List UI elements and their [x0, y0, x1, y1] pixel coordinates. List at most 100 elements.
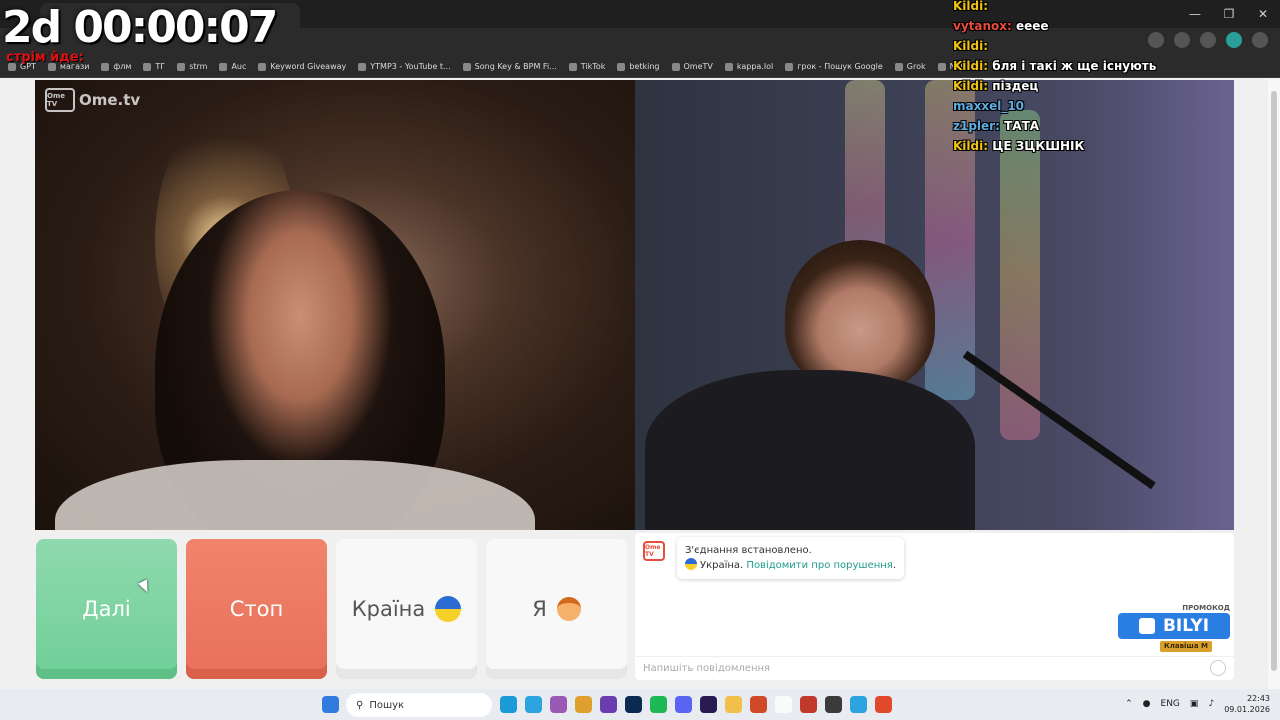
report-link[interactable]: Повідомити про порушення	[746, 560, 892, 571]
mic-icon[interactable]: ●	[1143, 699, 1151, 709]
connected-text: З'єднання встановлено.	[685, 545, 812, 556]
bookmark-label: OmeTV	[683, 62, 713, 71]
app-icon[interactable]	[800, 696, 817, 713]
explorer-icon[interactable]	[725, 696, 742, 713]
next-label: Далі	[82, 597, 131, 621]
bookmark-item[interactable]: OmeTV	[671, 62, 713, 71]
bookmark-item[interactable]: YTMP3 - YouTube t...	[358, 62, 451, 71]
taskbar-apps	[500, 696, 892, 713]
scrollbar-thumb[interactable]	[1271, 91, 1277, 671]
promo-logo-icon	[1138, 618, 1155, 634]
chrome-icon[interactable]	[875, 696, 892, 713]
spotify-icon[interactable]	[650, 696, 667, 713]
close-icon[interactable]: ✕	[1246, 0, 1280, 28]
bookmark-label: YTMP3 - YouTube t...	[370, 62, 451, 71]
file-icon[interactable]	[775, 696, 792, 713]
profile-avatar[interactable]	[1226, 32, 1242, 48]
menu-icon[interactable]	[1252, 32, 1268, 48]
edge-icon[interactable]	[500, 696, 517, 713]
bookmark-label: Grok	[906, 62, 926, 71]
start-icon[interactable]	[322, 696, 339, 713]
chrome-icon[interactable]	[575, 696, 592, 713]
taskbar-search-label: Пошук	[369, 699, 405, 711]
bookmark-icon	[462, 62, 471, 71]
chat-username: z1pler:	[953, 119, 1000, 133]
bookmark-label: Song Key & BPM Fi...	[474, 62, 557, 71]
bookmark-item[interactable]: Grok	[894, 62, 926, 71]
bookmark-item[interactable]: Song Key & BPM Fi...	[462, 62, 557, 71]
page-scrollbar[interactable]	[1268, 79, 1280, 689]
obs-icon[interactable]	[825, 696, 842, 713]
twitch-icon[interactable]	[600, 696, 617, 713]
premiere-icon[interactable]	[700, 696, 717, 713]
next-button[interactable]: Далі	[36, 539, 177, 679]
bookmark-item[interactable]: strm	[177, 62, 207, 71]
report-period: .	[892, 560, 896, 571]
windows-taskbar: ⚲ Пошук ⌃ ● ENG ▣ ♪ 22:43 09.01.2026	[0, 689, 1280, 720]
bookmark-item[interactable]: флм	[101, 62, 131, 71]
bookmark-icon	[101, 62, 110, 71]
bookmark-item[interactable]: Keyword Giveaway	[258, 62, 346, 71]
bookmark-label: Auc	[231, 62, 247, 71]
chat-text: піздец	[992, 79, 1039, 93]
promo-label: ПРОМОКОД	[1182, 604, 1230, 612]
chat-username: Kildi:	[953, 0, 989, 13]
promo-key-label: Клавіша	[1164, 642, 1199, 650]
restore-icon[interactable]: ❐	[1212, 0, 1246, 28]
taskbar-search[interactable]: ⚲ Пошук	[346, 693, 492, 717]
stop-button[interactable]: Стоп	[186, 539, 327, 679]
promo-code-badge: BILYI	[1118, 613, 1230, 639]
stream-chat-message: maxxel_10	[953, 96, 1193, 116]
bookmark-label: грок - Пошук Google	[797, 62, 883, 71]
photoshop-icon[interactable]	[625, 696, 642, 713]
country-label: Країна	[351, 597, 426, 621]
bookmark-item[interactable]: Auc	[219, 62, 246, 71]
telegram-icon[interactable]	[525, 696, 542, 713]
promo-overlay: ПРОМОКОД BILYI Клавіша M	[1118, 604, 1230, 652]
self-shirt	[645, 370, 975, 530]
stream-chat-message: Kildi: піздец	[953, 76, 1193, 96]
discord-icon[interactable]	[675, 696, 692, 713]
clock-date: 09.01.2026	[1224, 705, 1270, 714]
copilot-icon[interactable]	[550, 696, 567, 713]
gender-button[interactable]: Я	[486, 539, 627, 679]
chat-text: ЦЕ ЗЦКШНІК	[992, 139, 1085, 153]
bookmark-item[interactable]: kappa.lol	[724, 62, 773, 71]
stream-chat-message: Kildi:	[953, 36, 1193, 56]
volume-icon[interactable]: ♪	[1208, 699, 1214, 709]
taskbar-clock[interactable]: 22:43 09.01.2026	[1224, 693, 1270, 715]
self-head	[785, 240, 935, 390]
chevron-up-icon[interactable]: ⌃	[1125, 699, 1133, 709]
bookmark-item[interactable]: TikTok	[568, 62, 605, 71]
bookmark-item[interactable]: betking	[617, 62, 660, 71]
country-button[interactable]: Країна	[336, 539, 477, 679]
app-icon[interactable]	[750, 696, 767, 713]
promo-code: BILYI	[1162, 616, 1210, 636]
emoji-icon[interactable]	[1210, 660, 1226, 676]
stranger-video	[35, 80, 635, 530]
window-controls: — ❐ ✕	[1178, 0, 1280, 28]
gender-label: Я	[532, 597, 547, 621]
bookmark-label: флм	[113, 62, 132, 71]
telegram-icon[interactable]	[850, 696, 867, 713]
extension-icon[interactable]	[1200, 32, 1216, 48]
system-message: З'єднання встановлено. Україна. Повідоми…	[677, 537, 904, 579]
message-input[interactable]: Напишіть повідомлення	[635, 656, 1234, 680]
bookmark-item[interactable]: грок - Пошук Google	[785, 62, 883, 71]
search-icon: ⚲	[356, 699, 364, 711]
chat-username: Kildi:	[953, 59, 989, 73]
promo-key-hint: Клавіша M	[1160, 641, 1212, 652]
bookmark-label: Keyword Giveaway	[270, 62, 347, 71]
stream-chat-message: Kildi: бля і такі ж ще існують	[953, 56, 1193, 76]
bookmark-icon	[143, 62, 152, 71]
chat-username: Kildi:	[953, 139, 989, 153]
bookmark-icon	[724, 62, 733, 71]
taskbar-pinned	[322, 696, 339, 713]
chat-text: eeee	[1016, 19, 1049, 33]
ukraine-flag-icon	[685, 558, 697, 570]
bookmark-label: strm	[189, 62, 208, 71]
bookmark-icon	[785, 62, 794, 71]
network-icon[interactable]: ▣	[1190, 699, 1199, 709]
bookmark-item[interactable]: ТГ	[143, 62, 165, 71]
language-indicator[interactable]: ENG	[1161, 699, 1180, 709]
